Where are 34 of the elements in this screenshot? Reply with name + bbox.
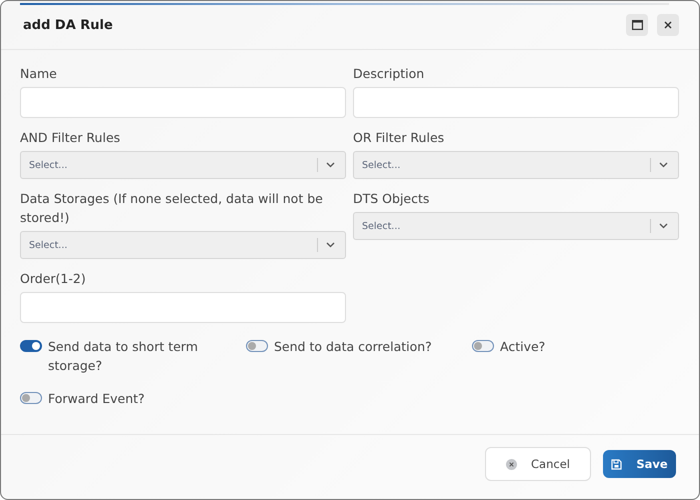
field-label: Description: [353, 65, 426, 83]
toggle-label: Send data to short term storage?: [48, 338, 199, 375]
close-circle-icon: [506, 458, 518, 470]
select-field[interactable]: Select...: [20, 151, 346, 179]
chevron-down-icon: [659, 162, 668, 168]
close-button[interactable]: [657, 14, 679, 36]
maximize-button[interactable]: [626, 14, 648, 36]
field-label: DTS Objects: [353, 190, 430, 208]
toggle-switch[interactable]: [20, 392, 42, 404]
window-title: add DA Rule: [23, 18, 113, 32]
field-label: Order(1-2): [20, 270, 87, 288]
input-field[interactable]: [353, 87, 679, 118]
input-field[interactable]: [20, 87, 346, 118]
select-field[interactable]: Select...: [20, 231, 346, 259]
select-field[interactable]: Select...: [353, 212, 679, 240]
toggle-label: Active?: [500, 338, 546, 356]
toggle-switch[interactable]: [246, 340, 268, 352]
close-icon: [664, 21, 672, 29]
select-field[interactable]: Select...: [353, 151, 679, 179]
toggle-label: Send to data correlation?: [274, 338, 433, 356]
maximize-icon: [632, 20, 642, 30]
cancel-button[interactable]: Cancel: [485, 447, 591, 481]
field-label: OR Filter Rules: [353, 129, 446, 147]
save-button[interactable]: Save: [603, 450, 676, 478]
chevron-down-icon: [326, 242, 335, 248]
field-label: AND Filter Rules: [20, 129, 122, 147]
chevron-down-icon: [659, 223, 668, 229]
toggle-switch[interactable]: [472, 340, 494, 352]
chevron-down-icon: [326, 162, 335, 168]
toggle-switch[interactable]: [20, 340, 42, 352]
field-label: Data Storages (If none selected, data will not be stored!): [20, 190, 324, 227]
toggle-label: Forward Event?: [48, 390, 146, 408]
input-field[interactable]: [20, 292, 346, 323]
field-label: Name: [20, 65, 58, 83]
